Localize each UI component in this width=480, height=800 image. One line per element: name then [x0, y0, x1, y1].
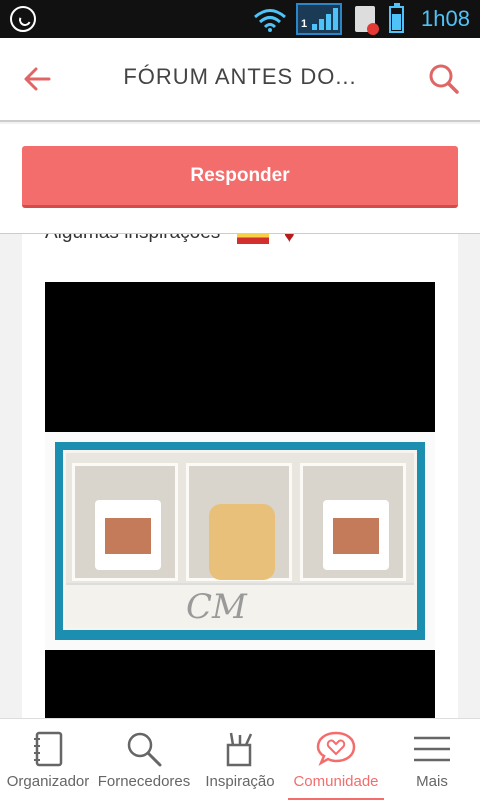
respond-bar: Responder — [0, 124, 480, 234]
search-icon — [127, 732, 162, 767]
nav-label-inspiracao: Inspiração — [205, 773, 275, 790]
post-image[interactable]: CM — [45, 282, 435, 720]
nav-fornecedores[interactable]: Fornecedores — [96, 719, 192, 800]
search-icon[interactable] — [428, 63, 460, 95]
tools-cup-icon — [226, 732, 253, 767]
page-title: FÓRUM ANTES DO... — [123, 64, 357, 89]
battery-icon — [389, 3, 404, 33]
heart-chat-icon — [316, 731, 356, 766]
post-card: Algumas inspirações ♥ CM — [22, 210, 458, 720]
respond-button[interactable]: Responder — [22, 146, 458, 208]
nav-label-fornecedores: Fornecedores — [97, 773, 191, 790]
status-clock: 1h08 — [421, 6, 470, 31]
notebook-icon — [34, 731, 63, 767]
status-bar: 1 1h08 — [0, 0, 480, 38]
nav-inspiracao[interactable]: Inspiração — [192, 719, 288, 800]
arrow-left-icon[interactable] — [22, 64, 52, 94]
app-header: FÓRUM ANTES DO... — [0, 38, 480, 122]
box-monogram: CM — [186, 587, 247, 627]
gift-box-photo: CM — [45, 432, 435, 650]
wifi-icon — [254, 9, 286, 32]
sim-error-icon — [355, 6, 379, 35]
nav-organizador[interactable]: Organizador — [0, 719, 96, 800]
nav-mais[interactable]: Mais — [384, 719, 480, 800]
nav-label-organizador: Organizador — [6, 773, 90, 790]
nav-comunidade[interactable]: Comunidade — [288, 719, 384, 800]
menu-icon — [414, 736, 450, 762]
bottom-nav: Organizador Fornecedores Inspiração Comu… — [0, 718, 480, 800]
nav-label-mais: Mais — [416, 773, 448, 790]
signal-icon: 1 — [296, 3, 342, 35]
nav-label-comunidade: Comunidade — [293, 773, 379, 790]
signal-badge: 1 — [301, 18, 308, 30]
whatsapp-icon — [10, 6, 36, 32]
